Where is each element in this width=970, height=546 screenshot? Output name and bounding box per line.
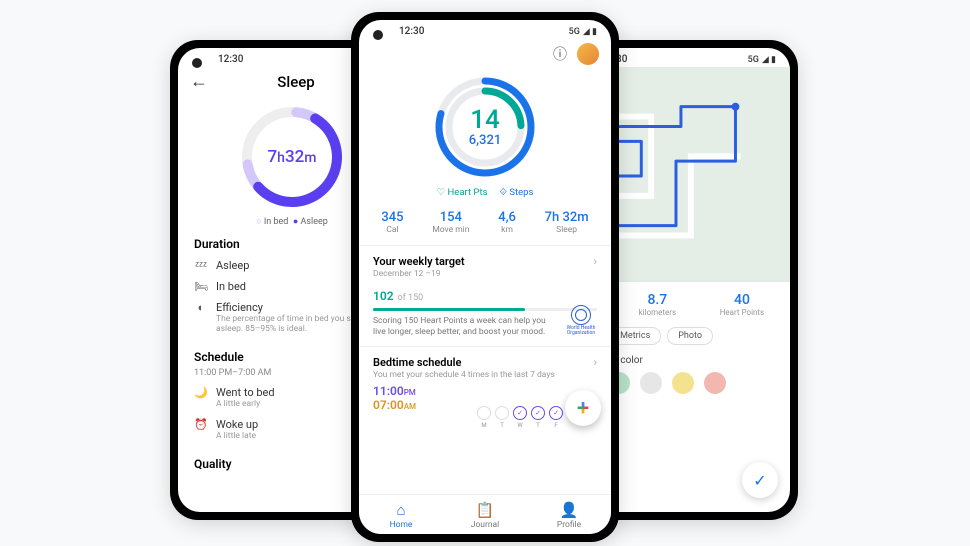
- sleep-legend: In bed Asleep: [256, 216, 328, 227]
- status-bar: 12:30 5G ◢ ▮: [359, 20, 611, 39]
- info-icon[interactable]: ⓘ: [553, 44, 567, 64]
- alarm-icon: ⏰: [194, 418, 208, 431]
- efficiency-icon: ◐: [194, 301, 208, 314]
- back-icon[interactable]: ←: [190, 71, 208, 92]
- phone-home: 12:30 5G ◢ ▮ ⓘ 14: [351, 12, 619, 542]
- chip-photo[interactable]: Photo: [667, 327, 713, 345]
- who-icon: [571, 305, 591, 325]
- status-icons: 5G ◢ ▮: [569, 27, 597, 37]
- sleep-ring: 7h32m: [237, 102, 347, 212]
- confirm-button[interactable]: ✓: [742, 462, 778, 498]
- heart-points: 14: [470, 107, 500, 133]
- chevron-icon: ›: [593, 355, 597, 369]
- bedtime-card[interactable]: Bedtime schedule› You met your schedule …: [359, 346, 611, 432]
- home-icon: ⌂: [359, 501, 443, 519]
- chevron-icon: ›: [593, 254, 597, 268]
- nav-profile[interactable]: 👤Profile: [527, 495, 611, 534]
- journal-icon: 📋: [443, 501, 527, 519]
- days-row: M T ✓W ✓T ✓F: [477, 406, 563, 420]
- sleep-duration: 7h32m: [268, 147, 317, 167]
- color-swatch[interactable]: [640, 372, 662, 394]
- weekly-target-card[interactable]: Your weekly target› December 12 –19 102 …: [359, 245, 611, 346]
- add-button[interactable]: +: [565, 390, 601, 426]
- who-badge: World Health Organization: [563, 305, 599, 336]
- status-time: 12:30: [399, 26, 424, 37]
- color-swatch[interactable]: [672, 372, 694, 394]
- nav-home[interactable]: ⌂Home: [359, 495, 443, 534]
- moon-icon: 🌙: [194, 386, 208, 399]
- activity-dial[interactable]: 14 6,321: [431, 73, 539, 181]
- nav-journal[interactable]: 📋Journal: [443, 495, 527, 534]
- bed-icon: 🛏: [194, 280, 208, 293]
- avatar[interactable]: [577, 43, 599, 65]
- stat-grid: 345Cal 154Move min 4,6km 7h 32mSleep: [359, 204, 611, 245]
- steps: 6,321: [469, 133, 501, 148]
- asleep-icon: ᶻᶻᶻ: [194, 259, 208, 272]
- profile-icon: 👤: [527, 501, 611, 519]
- bottom-nav: ⌂Home 📋Journal 👤Profile: [359, 494, 611, 534]
- color-swatch[interactable]: [704, 372, 726, 394]
- dial-legend: ♡ Heart Pts ⟐ Steps: [437, 187, 534, 198]
- status-icons: 5G ◢ ▮: [748, 55, 776, 65]
- status-time: 12:30: [218, 54, 243, 65]
